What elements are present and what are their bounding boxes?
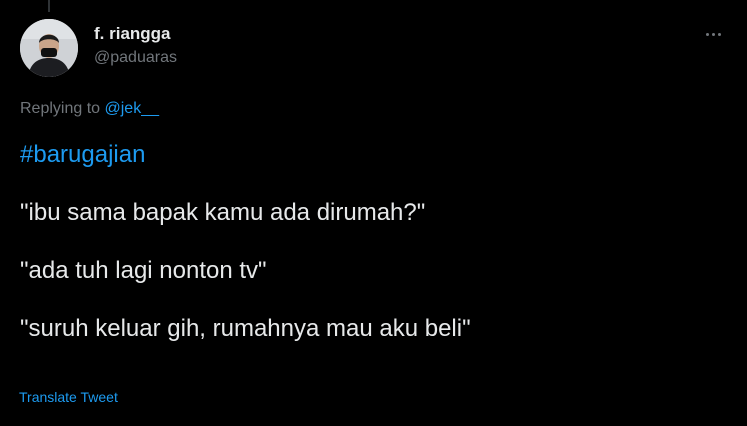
tweet-text-line: "ibu sama bapak kamu ada dirumah?" — [20, 199, 426, 226]
thread-connector-line — [48, 0, 50, 12]
translate-tweet-link[interactable]: Translate Tweet — [19, 389, 118, 405]
avatar[interactable] — [20, 19, 78, 77]
mention-link[interactable]: @jek__ — [105, 100, 160, 117]
tweet-text-line: "ada tuh lagi nonton tv" — [20, 257, 267, 284]
author-display-name[interactable]: f. riangga — [94, 24, 171, 44]
more-horizontal-icon-dot — [711, 32, 715, 36]
hashtag-link[interactable]: #barugajian — [20, 141, 145, 168]
author-handle[interactable]: @paduaras — [94, 49, 177, 67]
replying-to: Replying to @jek__ — [20, 100, 159, 118]
more-options-button[interactable] — [700, 22, 726, 46]
hashtag-line: #barugajian — [20, 140, 471, 169]
tweet-text: #barugajian "ibu sama bapak kamu ada dir… — [20, 140, 471, 343]
tweet-text-line: "suruh keluar gih, rumahnya mau aku beli… — [20, 315, 471, 342]
replying-to-prefix: Replying to — [20, 100, 105, 117]
user-avatar-icon — [20, 19, 78, 77]
more-horizontal-icon — [705, 32, 709, 36]
more-horizontal-icon-dot — [717, 32, 721, 36]
